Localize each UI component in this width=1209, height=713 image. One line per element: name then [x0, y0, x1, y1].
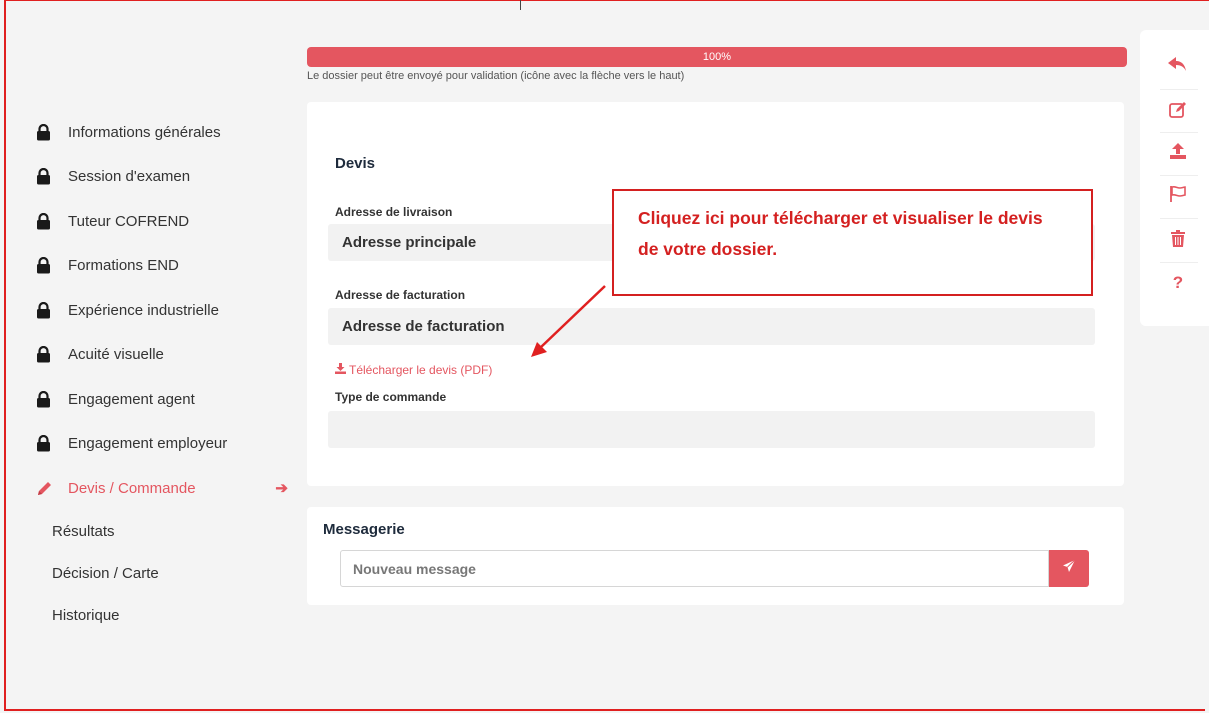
toolbar-divider	[1160, 89, 1198, 90]
lock-icon	[36, 390, 68, 408]
messagerie-title: Messagerie	[323, 521, 405, 538]
lock-icon	[36, 212, 68, 230]
sidebar-item-label: Engagement employeur	[68, 435, 228, 453]
send-button[interactable]	[1049, 550, 1089, 587]
lock-icon	[36, 301, 68, 319]
action-toolbar: ?	[1140, 30, 1209, 326]
sidebar-item-session-examen[interactable]: Session d'examen	[36, 155, 296, 200]
edit-icon[interactable]	[1167, 99, 1189, 121]
facturation-field[interactable]: Adresse de facturation	[328, 308, 1095, 345]
sidebar-item-label: Acuité visuelle	[68, 346, 164, 364]
sidebar-item-tuteur-cofrend[interactable]: Tuteur COFREND	[36, 199, 296, 244]
sidebar-item-engagement-agent[interactable]: Engagement agent	[36, 377, 296, 422]
download-devis-link[interactable]: Télécharger le devis (PDF)	[335, 363, 492, 377]
toolbar-divider	[1160, 132, 1198, 133]
sidebar-item-label: Tuteur COFREND	[68, 212, 190, 230]
sidebar-item-devis-commande[interactable]: Devis / Commande ➔	[36, 466, 296, 511]
annotation-callout: Cliquez ici pour télécharger et visualis…	[612, 189, 1093, 296]
lock-icon	[36, 435, 68, 452]
sidebar-item-informations-generales[interactable]: Informations générales	[36, 110, 296, 155]
sidebar-item-label: Expérience industrielle	[68, 301, 219, 319]
type-commande-field[interactable]	[328, 411, 1095, 448]
lock-icon	[36, 257, 68, 274]
lock-icon	[36, 346, 68, 363]
sidebar-item-label: Engagement agent	[68, 390, 195, 408]
type-commande-label: Type de commande	[335, 390, 447, 404]
sidebar-item-label: Formations END	[68, 257, 179, 275]
upload-icon[interactable]	[1167, 140, 1189, 162]
sidebar-item-label: Devis / Commande	[68, 479, 196, 497]
progress-note: Le dossier peut être envoyé pour validat…	[307, 70, 685, 82]
sidebar-item-label: Informations générales	[68, 123, 221, 141]
progress-bar: 100%	[307, 47, 1127, 67]
facturation-label: Adresse de facturation	[335, 288, 466, 302]
arrow-right-icon: ➔	[275, 480, 288, 498]
sidebar-item-experience-industrielle[interactable]: Expérience industrielle	[36, 288, 296, 333]
pencil-icon	[36, 480, 68, 497]
livraison-label: Adresse de livraison	[335, 205, 453, 219]
top-tick	[520, 0, 521, 10]
sidebar-item-engagement-employeur[interactable]: Engagement employeur	[36, 422, 296, 467]
question-icon[interactable]: ?	[1167, 272, 1189, 294]
trash-icon[interactable]	[1167, 227, 1189, 249]
toolbar-divider	[1160, 262, 1198, 263]
flag-icon[interactable]	[1167, 183, 1189, 205]
devis-title: Devis	[335, 155, 376, 172]
send-icon	[1062, 559, 1076, 578]
sidebar-item-decision-carte[interactable]: Décision / Carte	[36, 553, 296, 595]
sidebar-item-resultats[interactable]: Résultats	[36, 511, 296, 553]
download-icon	[335, 363, 346, 377]
progress-label: 100%	[702, 51, 732, 63]
lock-icon	[36, 168, 68, 185]
sidebar-item-label: Session d'examen	[68, 168, 191, 186]
messagerie-card: Messagerie	[307, 507, 1124, 605]
reply-icon[interactable]	[1167, 54, 1189, 76]
sidebar-item-historique[interactable]: Historique	[36, 595, 296, 637]
toolbar-divider	[1160, 218, 1198, 219]
message-input[interactable]	[340, 550, 1049, 587]
sidebar-item-acuite-visuelle[interactable]: Acuité visuelle	[36, 333, 296, 378]
sidebar-item-formations-end[interactable]: Formations END	[36, 244, 296, 289]
lock-icon	[36, 123, 68, 141]
download-link-label: Télécharger le devis (PDF)	[349, 363, 493, 377]
toolbar-divider	[1160, 175, 1198, 176]
sidebar: Informations générales Session d'examen …	[36, 110, 296, 637]
